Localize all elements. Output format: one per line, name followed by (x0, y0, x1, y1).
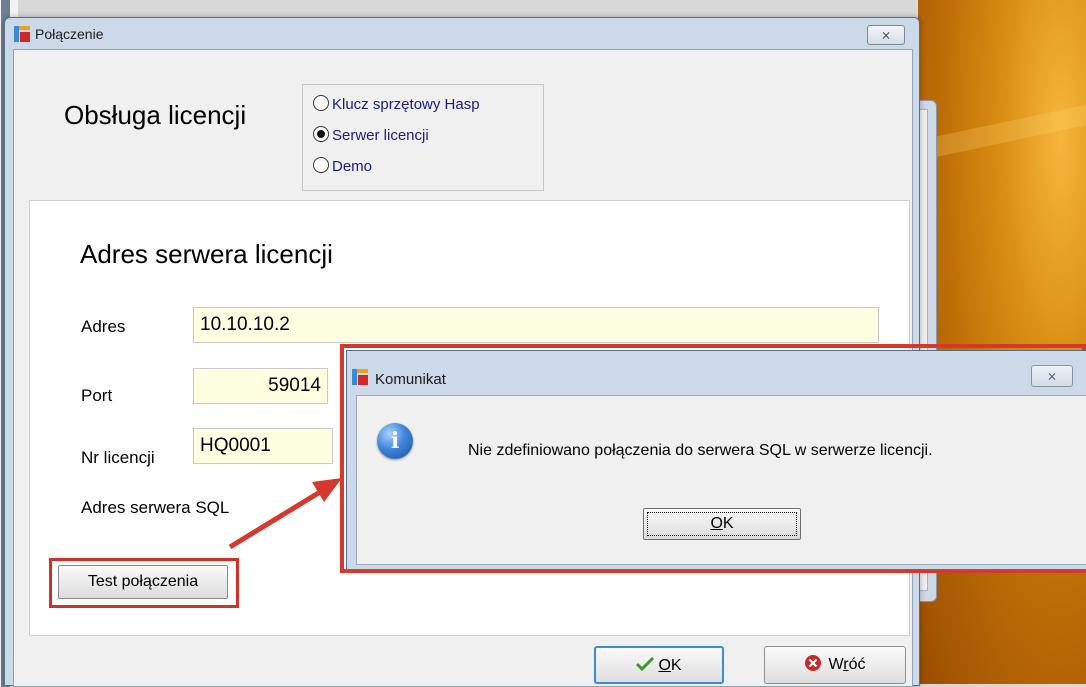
message-title: Komunikat (375, 371, 446, 388)
radio-hasp[interactable]: Klucz sprzętowy Hasp (313, 95, 480, 119)
message-text: Nie zdefiniowano połączenia do serwera S… (468, 442, 933, 459)
app-logo-icon (14, 26, 30, 42)
radio-license-server[interactable]: Serwer licencji (313, 126, 429, 150)
radio-hasp-label: Klucz sprzętowy Hasp (332, 96, 480, 113)
license-type-group: Klucz sprzętowy Hasp Serwer licencji Dem… (302, 84, 544, 191)
message-close-button[interactable]: ⨯ (1031, 365, 1073, 387)
window-title: Połączenie (35, 26, 104, 42)
license-number-label: Nr licencji (81, 448, 155, 467)
title-bar[interactable]: Połączenie ⨯ (5, 18, 919, 48)
server-panel-title: Adres serwera licencji (80, 239, 333, 269)
radio-license-server-circle[interactable] (313, 126, 329, 142)
sql-server-label: Adres serwera SQL (81, 498, 230, 517)
test-connection-button[interactable]: Test połączenia (58, 565, 228, 599)
ok-button-suffix: K (670, 657, 682, 674)
back-button-suffix: óć (848, 656, 866, 673)
checkmark-icon (636, 657, 655, 671)
port-label: Port (81, 386, 113, 405)
focus-rectangle (647, 512, 797, 536)
address-label: Adres (81, 317, 126, 336)
radio-demo-circle[interactable] (313, 157, 329, 173)
cancel-circle-icon (805, 655, 822, 671)
radio-license-server-label: Serwer licencji (332, 127, 429, 144)
back-button-prefix: W (828, 656, 844, 673)
info-icon: i (377, 423, 413, 459)
message-ok-button[interactable]: OK (643, 508, 801, 540)
message-app-icon (352, 369, 368, 385)
ok-button[interactable]: OK (594, 646, 724, 684)
license-heading: Obsługa licencji (64, 100, 247, 130)
desktop-wallpaper (918, 0, 1086, 684)
message-client-area: i Nie zdefiniowano połączenia do serwera… (356, 395, 1086, 565)
annotation-arrow (228, 478, 342, 550)
address-field[interactable]: 10.10.10.2 (193, 307, 879, 343)
ok-button-accel: O (658, 657, 671, 674)
port-field[interactable]: 59014 (193, 368, 328, 404)
radio-demo-label: Demo (332, 158, 373, 175)
back-button[interactable]: Wróć (764, 646, 906, 684)
license-number-field[interactable]: HQ0001 (193, 428, 333, 464)
message-dialog: Komunikat ⨯ i Nie zdefiniowano połączeni… (346, 350, 1086, 570)
window-close-button[interactable]: ⨯ (867, 25, 905, 45)
radio-demo[interactable]: Demo (313, 157, 372, 181)
radio-hasp-circle[interactable] (313, 95, 329, 111)
